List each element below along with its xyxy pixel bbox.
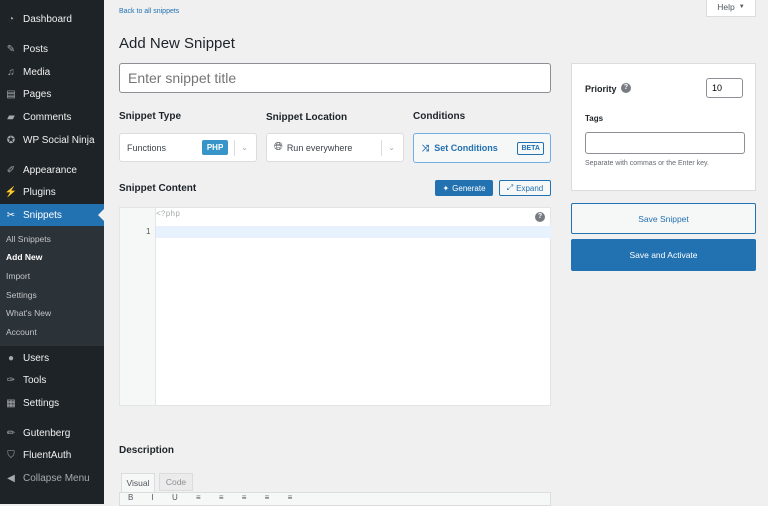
- generate-label: Generate: [452, 183, 486, 193]
- sidebar-item-comments[interactable]: ▰ Comments: [0, 106, 104, 128]
- sidebar-item-pages[interactable]: ▤ Pages: [0, 83, 104, 105]
- sidebar-item-tools[interactable]: ✑ Tools: [0, 369, 104, 391]
- sidebar-item-plugins[interactable]: ⚡ Plugins: [0, 181, 104, 203]
- submenu-item-settings[interactable]: Settings: [6, 290, 37, 300]
- snippet-type-label: Snippet Type: [119, 111, 182, 122]
- sidebar-item-media[interactable]: ♫ Media: [0, 61, 104, 83]
- sidebar-item-label: Pages: [23, 88, 52, 100]
- tags-input[interactable]: [585, 132, 745, 154]
- snippet-title-input[interactable]: [119, 63, 551, 93]
- collapse-icon: ◀: [7, 472, 15, 484]
- beta-badge: BETA: [517, 141, 544, 155]
- conditions-label: Conditions: [413, 111, 466, 122]
- tab-code[interactable]: Code: [159, 473, 193, 491]
- settings-icon: ▦: [6, 397, 16, 409]
- submenu-item-account[interactable]: Account: [6, 327, 37, 337]
- sidebar-item-label: Posts: [23, 43, 49, 55]
- sidebar-item-label: Snippets: [23, 209, 62, 221]
- shuffle-icon: ⤨: [422, 142, 430, 153]
- sidebar-item-settings[interactable]: ▦ Settings: [0, 392, 104, 414]
- sparkle-icon: ✦: [442, 183, 450, 193]
- page-title: Add New Snippet: [119, 35, 235, 52]
- priority-label: Priority: [585, 84, 617, 94]
- sidebar-item-label: Tools: [23, 374, 47, 386]
- line-number: 1: [146, 227, 151, 236]
- sidebar-item-label: Users: [23, 352, 50, 364]
- sidebar-item-snippets[interactable]: ✂ Snippets: [0, 204, 104, 226]
- snippet-location-label: Snippet Location: [266, 112, 348, 123]
- chevron-down-icon: ⌄: [241, 143, 248, 152]
- globe-icon: 🌐︎: [274, 141, 283, 153]
- code-editor[interactable]: <?php 1 ?: [119, 207, 551, 406]
- help-label: Help: [717, 2, 735, 12]
- plug-icon: ⚡: [4, 186, 18, 198]
- tab-visual[interactable]: Visual: [121, 473, 155, 493]
- expand-icon: ⤢: [506, 183, 514, 192]
- line-gutter: [120, 208, 156, 405]
- sidebar-item-label: FluentAuth: [23, 449, 72, 461]
- dashboard-icon: ◔: [7, 13, 15, 25]
- set-conditions-button[interactable]: ⤨ Set Conditions BETA: [413, 133, 551, 163]
- priority-help-icon[interactable]: ?: [621, 83, 631, 93]
- sidebar-item-wp-social-ninja[interactable]: ✪ WP Social Ninja: [0, 129, 104, 151]
- pencil-icon: ✏: [6, 427, 16, 439]
- location-value: Run everywhere: [286, 142, 353, 153]
- user-icon: ●: [7, 352, 15, 364]
- sidebar-item-dashboard[interactable]: ◔ Dashboard: [0, 8, 104, 30]
- sidebar-item-label: WP Social Ninja: [23, 134, 95, 146]
- submenu-item-all-snippets[interactable]: All Snippets: [6, 234, 51, 244]
- sidebar-item-label: Plugins: [23, 186, 56, 198]
- sidebar-item-label: Settings: [23, 397, 60, 409]
- submenu-item-import[interactable]: Import: [6, 271, 30, 281]
- snippet-content-label: Snippet Content: [119, 183, 197, 194]
- sidebar-item-users[interactable]: ● Users: [0, 347, 104, 369]
- wrench-icon: ✑: [6, 374, 16, 386]
- sidebar-item-label: Collapse Menu: [23, 472, 90, 484]
- sidebar-item-label: Dashboard: [23, 13, 72, 25]
- snippet-type-value: Functions: [127, 142, 167, 153]
- social-ninja-icon: ✪: [6, 134, 16, 146]
- sidebar-item-appearance[interactable]: ✐ Appearance: [0, 159, 104, 181]
- media-icon: ♫: [7, 66, 15, 78]
- sidebar-item-collapse-menu[interactable]: ◀ Collapse Menu: [0, 467, 104, 489]
- description-label: Description: [119, 445, 175, 456]
- submenu-item-what-s-new[interactable]: What's New: [6, 308, 51, 318]
- settings-panel: Priority ? Tags Separate with commas or …: [571, 63, 756, 191]
- sidebar-item-fluentauth[interactable]: ⛉ FluentAuth: [0, 444, 104, 466]
- sidebar-item-label: Appearance: [23, 164, 77, 176]
- comment-icon: ▰: [7, 111, 15, 123]
- generate-button[interactable]: ✦ Generate: [435, 180, 493, 196]
- shield-icon: ⛉: [7, 449, 15, 461]
- divider: [234, 139, 236, 156]
- pin-icon: ✎: [6, 43, 16, 55]
- help-icon[interactable]: ?: [535, 212, 545, 222]
- priority-input[interactable]: [706, 78, 743, 98]
- tags-hint: Separate with commas or the Enter key.: [585, 160, 709, 167]
- caret-down-icon: ▼: [738, 4, 745, 10]
- back-link[interactable]: Back to all snippets: [119, 8, 179, 15]
- active-line: [156, 226, 551, 238]
- tags-label: Tags: [585, 114, 604, 123]
- brush-icon: ✐: [6, 164, 16, 176]
- php-open-tag: <?php: [156, 210, 181, 219]
- scissors-icon: ✂: [6, 209, 16, 221]
- php-badge: PHP: [201, 140, 229, 155]
- expand-label: Expand: [516, 183, 544, 193]
- sidebar-item-label: Media: [23, 66, 51, 78]
- sidebar-item-label: Gutenberg: [23, 427, 71, 439]
- sidebar-item-gutenberg[interactable]: ✏ Gutenberg: [0, 422, 104, 444]
- expand-button[interactable]: ⤢ Expand: [499, 180, 551, 196]
- snippet-type-select[interactable]: Functions PHP ⌄: [119, 133, 257, 162]
- divider: [381, 139, 383, 156]
- pages-icon: ▤: [6, 88, 16, 100]
- submenu-item-add-new[interactable]: Add New: [6, 252, 42, 262]
- set-conditions-label: Set Conditions: [434, 143, 498, 153]
- snippet-location-select[interactable]: 🌐︎ Run everywhere ⌄: [266, 133, 404, 162]
- help-button[interactable]: Help ▼: [706, 0, 756, 17]
- chevron-down-icon: ⌄: [388, 143, 395, 152]
- save-snippet-button[interactable]: Save Snippet: [571, 203, 756, 234]
- sidebar-item-label: Comments: [23, 111, 72, 123]
- sidebar-item-posts[interactable]: ✎ Posts: [0, 38, 104, 60]
- save-and-activate-button[interactable]: Save and Activate: [571, 239, 756, 271]
